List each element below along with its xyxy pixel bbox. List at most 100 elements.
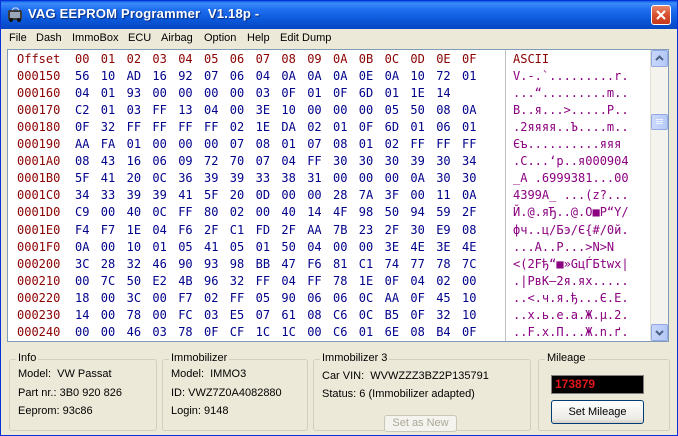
hex-byte[interactable]: 10 — [127, 240, 141, 254]
hex-byte[interactable]: AA — [385, 291, 399, 305]
hex-byte[interactable]: 08 — [462, 223, 476, 237]
hex-byte[interactable]: 41 — [204, 240, 218, 254]
hex-byte[interactable]: 40 — [281, 205, 295, 219]
hex-byte[interactable]: FF — [178, 205, 192, 219]
hex-byte[interactable]: 4F — [333, 205, 347, 219]
set-as-new-button[interactable]: Set as New — [384, 415, 457, 432]
hex-byte[interactable]: 0C — [152, 171, 166, 185]
hex-byte[interactable]: 08 — [333, 137, 347, 151]
hex-byte[interactable]: FF — [256, 274, 270, 288]
title-bar[interactable]: VAG EEPROM Programmer V1.18p - — [1, 1, 677, 29]
ascii-text[interactable]: ..x.ь.е.a.Ж.µ.2. — [513, 308, 629, 322]
hex-byte[interactable]: C6 — [333, 308, 347, 322]
hex-byte[interactable]: 00 — [462, 274, 476, 288]
hex-byte[interactable]: 01 — [462, 69, 476, 83]
hex-byte[interactable]: FD — [256, 223, 270, 237]
hex-byte[interactable]: 0F — [359, 120, 373, 134]
hex-byte[interactable]: 6E — [385, 325, 399, 339]
hex-byte[interactable]: 01 — [256, 240, 270, 254]
hex-byte[interactable]: 56 — [75, 69, 89, 83]
hex-byte[interactable]: E2 — [152, 274, 166, 288]
row-offset[interactable]: 0001B0 — [17, 171, 60, 185]
hex-byte[interactable]: 4E — [462, 240, 476, 254]
hex-byte[interactable]: 05 — [256, 291, 270, 305]
hex-byte[interactable]: 05 — [385, 103, 399, 117]
hex-byte[interactable]: 02 — [230, 205, 244, 219]
menu-option[interactable]: Option — [204, 32, 236, 44]
hex-byte[interactable]: 00 — [152, 308, 166, 322]
hex-byte[interactable]: 34 — [462, 154, 476, 168]
hex-byte[interactable]: 78 — [333, 274, 347, 288]
hex-byte[interactable]: 04 — [307, 240, 321, 254]
hex-byte[interactable]: 78 — [127, 308, 141, 322]
hex-byte[interactable]: 00 — [178, 137, 192, 151]
hex-byte[interactable]: 33 — [256, 171, 270, 185]
hex-byte[interactable]: 07 — [256, 154, 270, 168]
hex-byte[interactable]: 34 — [75, 188, 89, 202]
close-button[interactable] — [651, 5, 671, 25]
hex-byte[interactable]: 00 — [152, 137, 166, 151]
hex-byte[interactable]: 10 — [462, 308, 476, 322]
hex-byte[interactable]: 01 — [462, 120, 476, 134]
row-offset[interactable]: 000210 — [17, 274, 60, 288]
hex-row[interactable]: 000220 18 00 3C 00 F7 02 FF 05 90 06 06 0C AA 0F 45 10..… — [8, 289, 652, 306]
hex-byte[interactable]: 0F — [204, 325, 218, 339]
row-offset[interactable]: 0001A0 — [17, 154, 60, 168]
hex-byte[interactable]: FF — [152, 120, 166, 134]
hex-byte[interactable]: 46 — [127, 325, 141, 339]
hex-byte[interactable]: 00 — [204, 86, 218, 100]
hex-byte[interactable]: 0F — [281, 86, 295, 100]
hex-byte[interactable]: 01 — [101, 86, 115, 100]
hex-byte[interactable]: C2 — [75, 103, 89, 117]
hex-byte[interactable]: BB — [256, 257, 270, 271]
hex-byte[interactable]: 09 — [178, 154, 192, 168]
hex-byte[interactable]: 20 — [127, 171, 141, 185]
scroll-up-button[interactable] — [651, 50, 668, 67]
hex-byte[interactable]: 74 — [385, 257, 399, 271]
hex-row[interactable]: 0001C0 34 33 39 39 41 5F 20 0D 00 00 28 7A 3F 00 11 0A 43… — [8, 186, 652, 203]
hex-byte[interactable]: 02 — [436, 274, 450, 288]
hex-byte[interactable]: 14 — [307, 205, 321, 219]
hex-byte[interactable]: 50 — [385, 205, 399, 219]
hex-byte[interactable]: 1C — [256, 325, 270, 339]
hex-byte[interactable]: 36 — [178, 171, 192, 185]
hex-byte[interactable]: 00 — [101, 205, 115, 219]
hex-byte[interactable]: 07 — [204, 69, 218, 83]
hex-byte[interactable]: 32 — [101, 120, 115, 134]
hex-byte[interactable]: 01 — [359, 137, 373, 151]
hex-byte[interactable]: 23 — [359, 223, 373, 237]
hex-byte[interactable]: 0F — [385, 274, 399, 288]
hex-byte[interactable]: 30 — [359, 154, 373, 168]
hex-byte[interactable]: 06 — [436, 120, 450, 134]
hex-row[interactable]: 000180 0F 32 FF FF FF FF 02 1E DA 02 01 0F 6D 01 06 01 .2… — [8, 118, 652, 135]
hex-byte[interactable]: 07 — [307, 137, 321, 151]
hex-byte[interactable]: 3E — [385, 240, 399, 254]
hex-row[interactable]: 000200 3C 28 32 46 90 93 98 BB 47 F6 81 C1 74 77 78 7C <(… — [8, 255, 652, 272]
hex-byte[interactable]: FF — [127, 120, 141, 134]
row-offset[interactable]: 0001D0 — [17, 205, 60, 219]
hex-byte[interactable]: 07 — [256, 308, 270, 322]
hex-byte[interactable]: 1E — [359, 274, 373, 288]
hex-byte[interactable]: 5F — [75, 171, 89, 185]
hex-byte[interactable]: 00 — [230, 86, 244, 100]
menu-edit-dump[interactable]: Edit Dump — [280, 32, 331, 44]
hex-row[interactable]: 000160 04 01 93 00 00 00 00 03 0F 01 0F 6D 01 1E 14 ...“… — [8, 84, 652, 101]
hex-byte[interactable]: F4 — [75, 223, 89, 237]
hex-byte[interactable]: 7C — [101, 274, 115, 288]
hex-byte[interactable]: 04 — [75, 86, 89, 100]
row-offset[interactable]: 000160 — [17, 86, 60, 100]
ascii-text[interactable]: В..я...>.....P.. — [513, 103, 629, 117]
hex-byte[interactable]: 93 — [204, 257, 218, 271]
hex-byte[interactable]: 50 — [281, 240, 295, 254]
hex-byte[interactable]: DA — [281, 120, 295, 134]
hex-byte[interactable]: FF — [307, 274, 321, 288]
ascii-text[interactable]: 4399A_ ...(z?... — [513, 188, 629, 202]
vertical-scrollbar[interactable] — [650, 50, 668, 341]
hex-row[interactable]: 000230 14 00 78 00 FC 03 E5 07 61 08 C6 0C B5 0F 32 10..… — [8, 306, 652, 323]
hex-byte[interactable]: 00 — [333, 103, 347, 117]
set-mileage-button[interactable]: Set Mileage — [551, 400, 644, 424]
hex-byte[interactable]: 00 — [359, 103, 373, 117]
hex-byte[interactable]: 47 — [281, 257, 295, 271]
hex-byte[interactable]: 03 — [127, 103, 141, 117]
hex-byte[interactable]: 30 — [385, 154, 399, 168]
